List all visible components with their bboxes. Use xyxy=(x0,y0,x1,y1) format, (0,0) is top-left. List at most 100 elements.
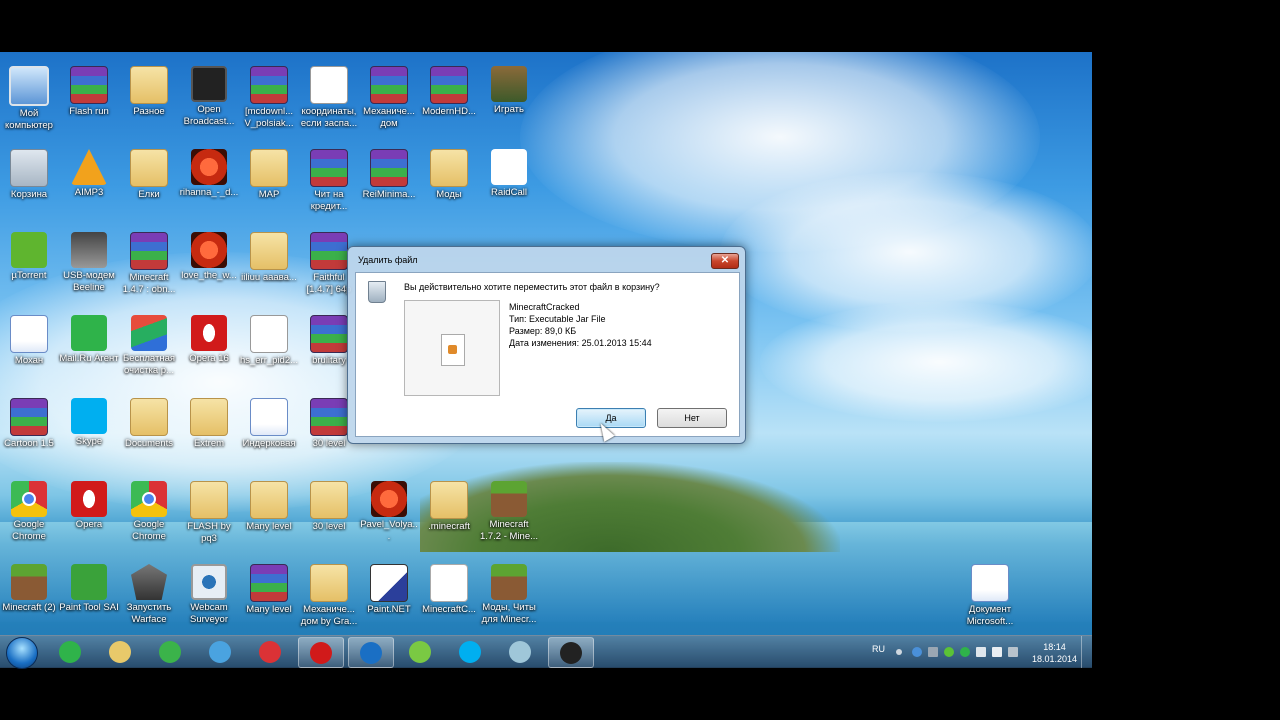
desktop-icon[interactable]: love_the_w... xyxy=(179,226,239,306)
action-center-icon[interactable] xyxy=(1008,647,1018,657)
desktop-icon[interactable]: Google Chrome xyxy=(0,475,59,555)
desktop-icon[interactable]: Many level xyxy=(239,475,299,555)
desktop-icon[interactable]: .minecraft xyxy=(419,475,479,555)
minecraft-icon xyxy=(491,564,527,600)
desktop-icon[interactable]: rihanna_-_d... xyxy=(179,143,239,223)
volume-icon[interactable] xyxy=(976,647,986,657)
taskbar-button[interactable] xyxy=(398,637,442,666)
desktop-icon[interactable]: FLASH by pq3 xyxy=(179,475,239,555)
desktop-icon[interactable]: Minecraft 1.4.7 : obn... xyxy=(119,226,179,306)
desktop-icon[interactable]: µTorrent xyxy=(0,226,59,306)
minecraft-icon xyxy=(491,481,527,517)
desktop-icon-label: координаты, если заспа... xyxy=(300,106,358,129)
desktop-icon[interactable]: Механиче... дом xyxy=(359,60,419,140)
desktop-icon-label: Pavel_Volya... xyxy=(360,519,418,542)
explorer-icon xyxy=(109,641,131,663)
icq-icon xyxy=(409,641,431,663)
desktop-icon-label: RaidCall xyxy=(491,187,527,198)
virtualbox-icon xyxy=(509,641,531,663)
taskbar-button[interactable] xyxy=(148,637,192,666)
clock-date: 18.01.2014 xyxy=(1032,654,1078,664)
language-indicator[interactable]: RU xyxy=(872,644,885,654)
desktop-icon[interactable]: Webcam Surveyor xyxy=(179,558,239,638)
desktop-icon[interactable]: Pavel_Volya... xyxy=(359,475,419,555)
desktop-icon[interactable]: ModernHD... xyxy=(419,60,479,140)
desktop-icon[interactable]: Paint.NET xyxy=(359,558,419,638)
desktop-icon[interactable]: Mail.Ru Агент xyxy=(59,309,119,389)
close-button[interactable]: ✕ xyxy=(711,253,739,269)
winrar-icon xyxy=(10,398,48,436)
desktop-icon[interactable]: Запустить Warface xyxy=(119,558,179,638)
desktop-icon[interactable]: ReiMinima... xyxy=(359,143,419,223)
network-icon[interactable] xyxy=(928,647,938,657)
desktop-icon[interactable]: Моды xyxy=(419,143,479,223)
taskbar-button[interactable] xyxy=(198,637,242,666)
desktop-icon[interactable]: Индерковая xyxy=(239,392,299,472)
power-icon[interactable] xyxy=(992,647,1002,657)
desktop-icon[interactable]: координаты, если заспа... xyxy=(299,60,359,140)
text-file-icon xyxy=(250,315,288,353)
desktop-icon[interactable]: hs_err_pid2... xyxy=(239,309,299,389)
tray-mail-agent-icon[interactable] xyxy=(960,647,970,657)
desktop-icon[interactable]: Чит на кредит... xyxy=(299,143,359,223)
taskbar-button[interactable] xyxy=(548,637,594,668)
desktop-icon[interactable]: AIMP3 xyxy=(59,143,119,223)
desktop-icon[interactable]: Documents xyxy=(119,392,179,472)
taskbar-button[interactable] xyxy=(98,637,142,666)
desktop-icon[interactable]: Корзина xyxy=(0,143,59,223)
desktop-icon[interactable]: Minecraft (2) xyxy=(0,558,59,638)
jar-file-icon xyxy=(430,564,468,602)
desktop-icon[interactable]: Flash run xyxy=(59,60,119,140)
desktop-icon[interactable]: Механиче... дом by Gra... xyxy=(299,558,359,638)
desktop-icon[interactable]: Opera 16 xyxy=(179,309,239,389)
desktop-icon[interactable]: MAP xyxy=(239,143,299,223)
taskbar-button[interactable] xyxy=(448,637,492,666)
chrome-icon xyxy=(11,481,47,517)
desktop-icon[interactable]: USB-модем Beeline xyxy=(59,226,119,306)
mp3-icon xyxy=(371,481,407,517)
desktop-icon[interactable]: Бесплатная очистка р... xyxy=(119,309,179,389)
desktop-icon[interactable]: Paint Tool SAI xyxy=(59,558,119,638)
taskbar-button[interactable] xyxy=(248,637,292,666)
desktop-icon[interactable]: Документ Microsoft... xyxy=(960,558,1020,638)
taskbar-button[interactable] xyxy=(298,637,344,668)
tray-check-icon[interactable] xyxy=(944,647,954,657)
taskbar-button[interactable] xyxy=(48,637,92,666)
desktop-icon[interactable]: Моды, Читы для Minecr... xyxy=(479,558,539,638)
taskbar-button[interactable] xyxy=(498,637,542,666)
desktop-icon[interactable]: Мохан xyxy=(0,309,59,389)
desktop-icon[interactable]: Играть xyxy=(479,60,539,140)
desktop-icon[interactable]: Open Broadcast... xyxy=(179,60,239,140)
start-button[interactable] xyxy=(6,637,38,669)
show-desktop-button[interactable] xyxy=(1081,636,1092,668)
desktop-icon-label: Запустить Warface xyxy=(126,602,172,625)
yes-button[interactable]: Да xyxy=(576,408,646,428)
desktop-icon[interactable]: Елки xyxy=(119,143,179,223)
folder-icon xyxy=(130,398,168,436)
tray-refresh-icon[interactable] xyxy=(912,647,922,657)
desktop-icon[interactable]: MinecraftC... xyxy=(419,558,479,638)
desktop-icon[interactable]: RaidCall xyxy=(479,143,539,223)
desktop-icon[interactable]: iiliuu ааава... xyxy=(239,226,299,306)
desktop-icon-label: Разное xyxy=(133,106,165,117)
desktop-icon[interactable]: [mcdownl... V_polsiak... xyxy=(239,60,299,140)
desktop-icon[interactable]: Google Chrome xyxy=(119,475,179,555)
chrome-icon xyxy=(259,641,281,663)
desktop-icon[interactable]: 30 level xyxy=(299,475,359,555)
desktop-icon[interactable]: Minecraft 1.7.2 - Mine... xyxy=(479,475,539,555)
winrar-icon xyxy=(70,66,108,104)
folder-icon xyxy=(250,149,288,187)
winrar-icon xyxy=(370,66,408,104)
tray-expand-icon[interactable] xyxy=(896,649,902,655)
desktop-icon[interactable]: Many level xyxy=(239,558,299,638)
desktop-icon[interactable]: Opera xyxy=(59,475,119,555)
no-button[interactable]: Нет xyxy=(657,408,727,428)
desktop-icon[interactable]: Разное xyxy=(119,60,179,140)
desktop-icon[interactable]: Skype xyxy=(59,392,119,472)
desktop-icon[interactable]: Мой компьютер xyxy=(0,60,59,140)
desktop-icon[interactable]: Extrem xyxy=(179,392,239,472)
taskbar-button[interactable] xyxy=(348,637,394,668)
clock[interactable]: 18:14 18.01.2014 xyxy=(1032,641,1077,665)
utorrent-icon xyxy=(11,232,47,268)
desktop-icon[interactable]: Cartoon 1.5 xyxy=(0,392,59,472)
